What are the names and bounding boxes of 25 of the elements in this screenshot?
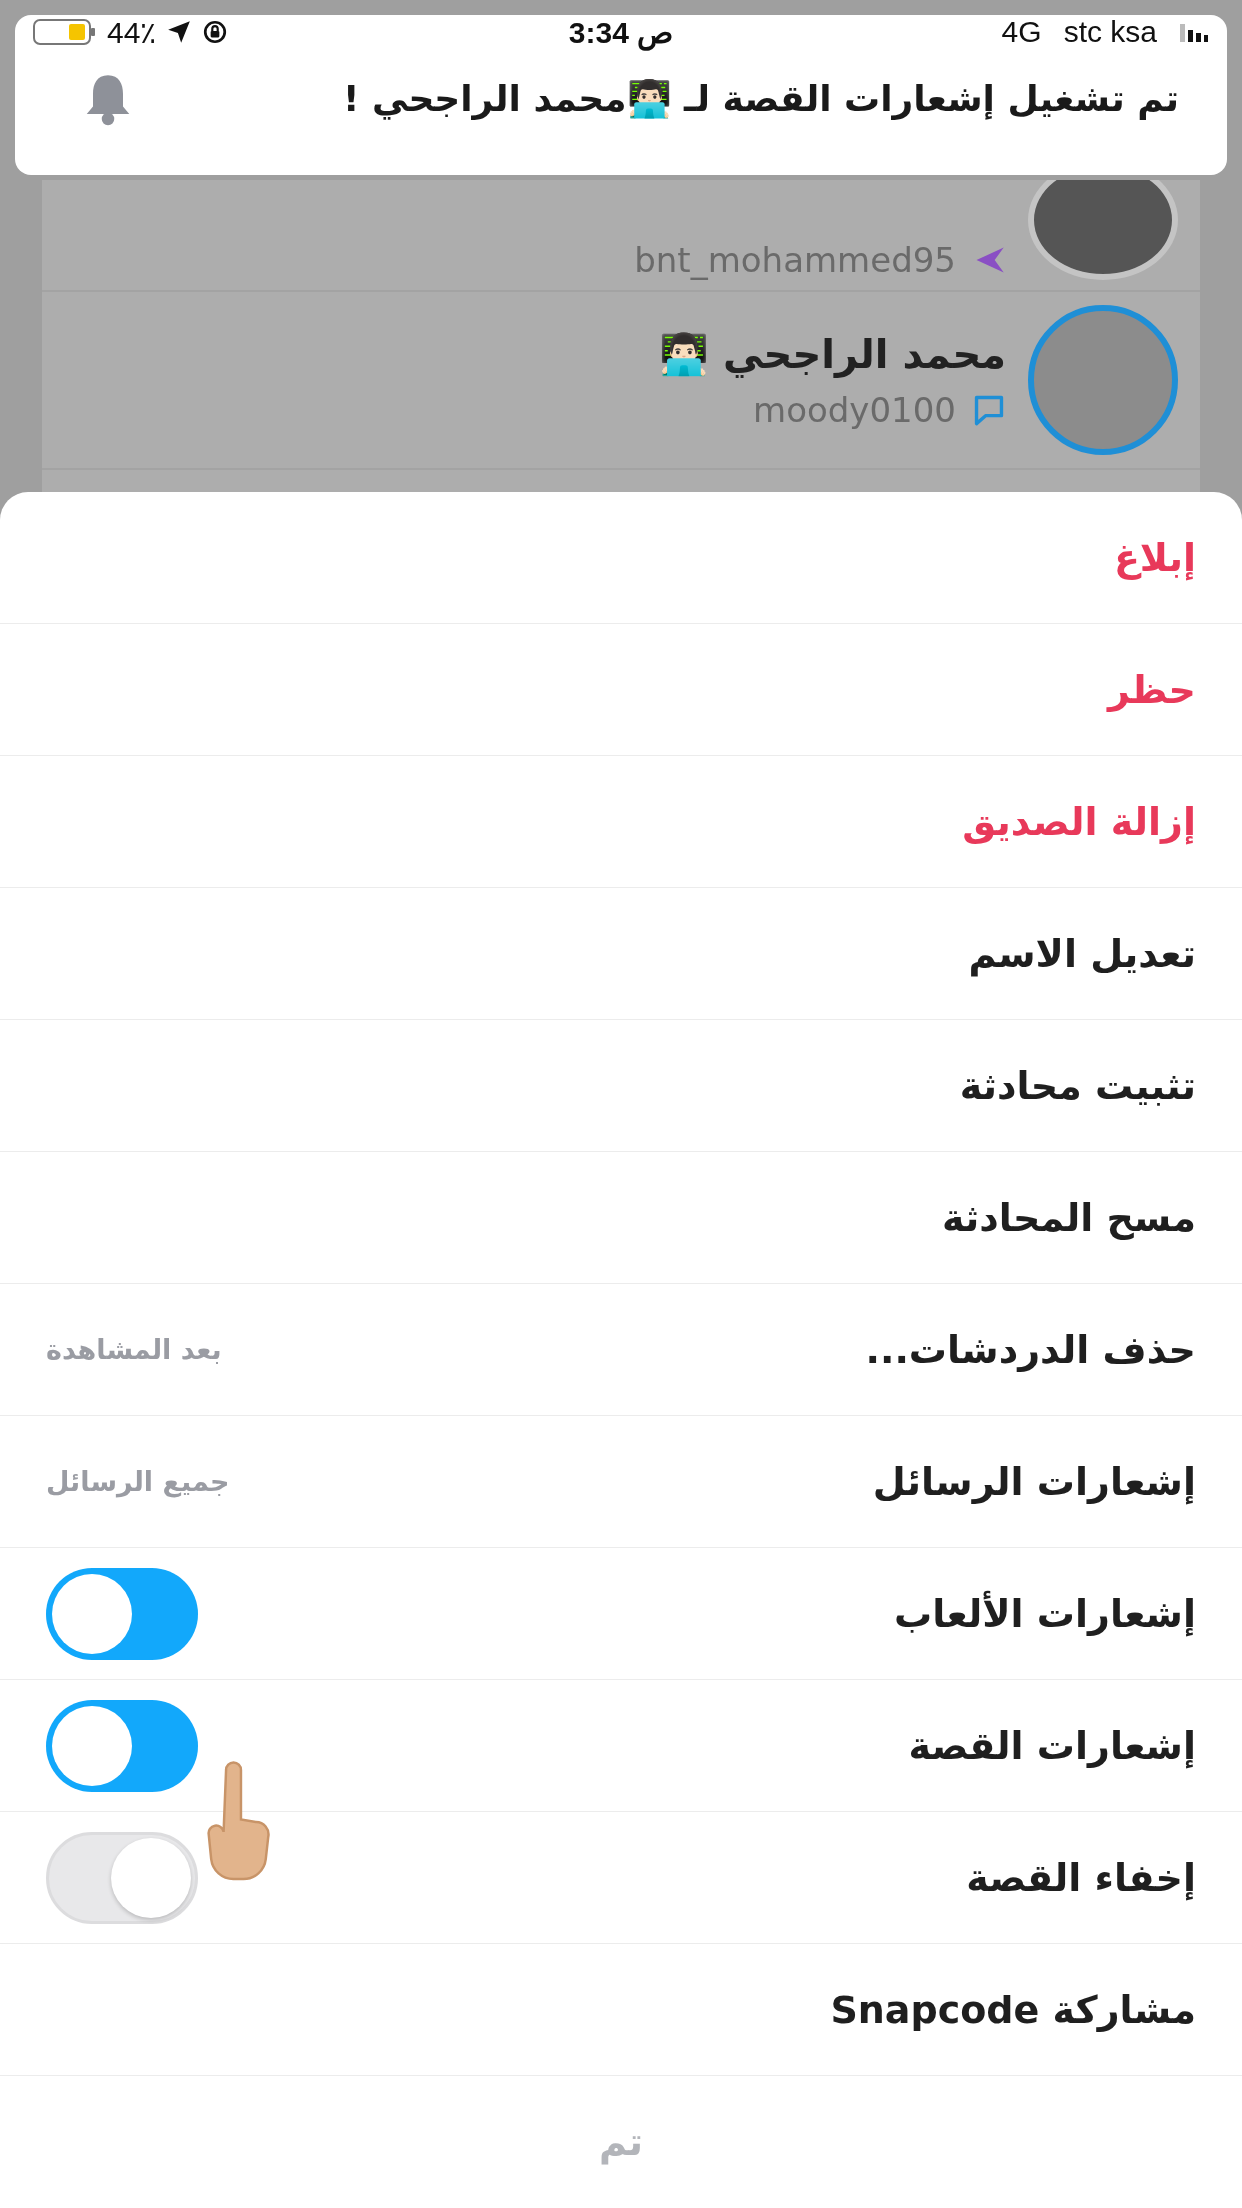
setting-label: إشعارات الألعاب (894, 1591, 1196, 1636)
clock-time: 3:34 ص (568, 14, 674, 50)
menu-item[interactable]: مشاركة Snapcode (830, 1987, 1196, 2032)
notification-message: تم تشغيل إشعارات القصة لـ 👨🏻‍💻محمد الراجحي ! (343, 78, 1179, 120)
network-type: 4G (1001, 15, 1042, 49)
carrier-name: stc ksa (1063, 15, 1157, 49)
username: moody0100 (753, 389, 956, 430)
menu-item[interactable]: مسح المحادثة (941, 1195, 1196, 1240)
setting-value: بعد المشاهدة (46, 1334, 222, 1365)
setting-value: جميع الرسائل (46, 1466, 230, 1497)
menu-item[interactable]: إزالة الصديق (962, 799, 1196, 844)
setting-label: إخفاء القصة (966, 1855, 1196, 1900)
rotation-lock-icon (202, 19, 229, 45)
menu-item[interactable]: حذف الدردشات... (865, 1327, 1196, 1372)
battery-percentage: 44٪ (107, 14, 157, 50)
battery-icon (33, 18, 97, 46)
menu-item[interactable]: حظر (1107, 667, 1196, 712)
menu-item[interactable]: تثبيت محادثة (959, 1063, 1196, 1108)
menu-item[interactable]: إشعارات الرسائل (872, 1459, 1196, 1504)
setting-label: إشعارات القصة (908, 1723, 1196, 1768)
location-arrow-icon (166, 19, 193, 45)
menu-item[interactable]: إبلاغ (1113, 535, 1196, 580)
menu-item[interactable]: تعديل الاسم (968, 931, 1196, 976)
friend-name: محمد الراجحي 👨🏻‍💻 (659, 330, 1006, 378)
username: bnt_mohammed95 (634, 240, 956, 280)
